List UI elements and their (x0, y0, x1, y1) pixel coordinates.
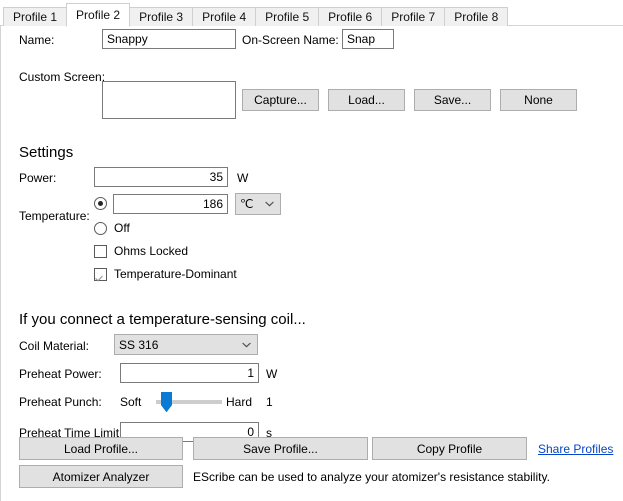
preheat-power-label: Preheat Power: (19, 367, 102, 381)
share-profiles-link[interactable]: Share Profiles (538, 442, 613, 456)
onscreen-name-label: On-Screen Name: (242, 33, 339, 47)
temperature-off-radio[interactable] (94, 222, 107, 235)
punch-value: 1 (266, 395, 273, 409)
save-profile-button[interactable]: Save Profile... (193, 437, 368, 460)
temperature-input[interactable]: 186 (113, 194, 228, 214)
chevron-down-icon (262, 201, 276, 207)
tab-profile-4[interactable]: Profile 4 (192, 7, 256, 26)
settings-heading: Settings (19, 144, 73, 161)
temperature-unit-select[interactable]: ℃ (235, 193, 281, 215)
power-input[interactable]: 35 (94, 167, 228, 187)
custom-screen-preview[interactable] (102, 81, 236, 119)
coil-material-select[interactable]: SS 316 (114, 334, 258, 355)
punch-soft-label: Soft (120, 395, 141, 409)
temperature-off-option[interactable]: Off (94, 221, 130, 235)
preheat-power-unit-label: W (266, 367, 277, 381)
tab-profile-6[interactable]: Profile 6 (318, 7, 382, 26)
power-unit-label: W (237, 171, 248, 185)
power-label: Power: (19, 171, 56, 185)
temperature-dominant-label: Temperature-Dominant (114, 267, 237, 281)
tab-profile-7[interactable]: Profile 7 (381, 7, 445, 26)
temperature-dominant-checkbox[interactable] (94, 268, 107, 281)
onscreen-name-input[interactable]: Snap (342, 29, 394, 49)
temperature-dominant-option[interactable]: Temperature-Dominant (94, 267, 237, 281)
profile-tabs: Profile 1 Profile 2 Profile 3 Profile 4 … (3, 2, 507, 26)
ohms-locked-label: Ohms Locked (114, 244, 188, 258)
load-screen-button[interactable]: Load... (328, 89, 405, 111)
atomizer-analyzer-button[interactable]: Atomizer Analyzer (19, 465, 183, 488)
tab-profile-5[interactable]: Profile 5 (255, 7, 319, 26)
coil-heading: If you connect a temperature-sensing coi… (19, 311, 306, 328)
tab-profile-2[interactable]: Profile 2 (66, 3, 130, 27)
punch-hard-label: Hard (226, 395, 252, 409)
temperature-unit-value: ℃ (240, 197, 262, 211)
ohms-locked-checkbox[interactable] (94, 245, 107, 258)
preheat-power-input[interactable]: 1 (120, 363, 259, 383)
coil-material-value: SS 316 (119, 338, 239, 352)
custom-screen-label: Custom Screen: (19, 70, 105, 84)
coil-material-label: Coil Material: (19, 339, 89, 353)
temperature-off-label: Off (114, 221, 130, 235)
copy-profile-button[interactable]: Copy Profile (372, 437, 527, 460)
tab-profile-1[interactable]: Profile 1 (3, 7, 67, 26)
tab-profile-3[interactable]: Profile 3 (129, 7, 193, 26)
temperature-label: Temperature: (19, 209, 90, 223)
temperature-on-radio[interactable] (94, 197, 107, 210)
load-profile-button[interactable]: Load Profile... (19, 437, 183, 460)
none-screen-button[interactable]: None (500, 89, 577, 111)
name-label: Name: (19, 33, 54, 47)
preheat-punch-label: Preheat Punch: (19, 395, 102, 409)
chevron-down-icon (239, 342, 253, 348)
name-input[interactable]: Snappy (102, 29, 236, 49)
preheat-punch-slider[interactable] (156, 392, 222, 414)
analyzer-hint-text: EScribe can be used to analyze your atom… (193, 470, 550, 484)
profile-settings-panel: Name: Snappy On-Screen Name: Snap Custom… (0, 26, 623, 501)
slider-thumb[interactable] (161, 392, 170, 412)
ohms-locked-option[interactable]: Ohms Locked (94, 244, 188, 258)
save-screen-button[interactable]: Save... (414, 89, 491, 111)
tab-strip: Profile 1 Profile 2 Profile 3 Profile 4 … (0, 0, 623, 26)
tab-profile-8[interactable]: Profile 8 (444, 7, 508, 26)
capture-button[interactable]: Capture... (242, 89, 319, 111)
